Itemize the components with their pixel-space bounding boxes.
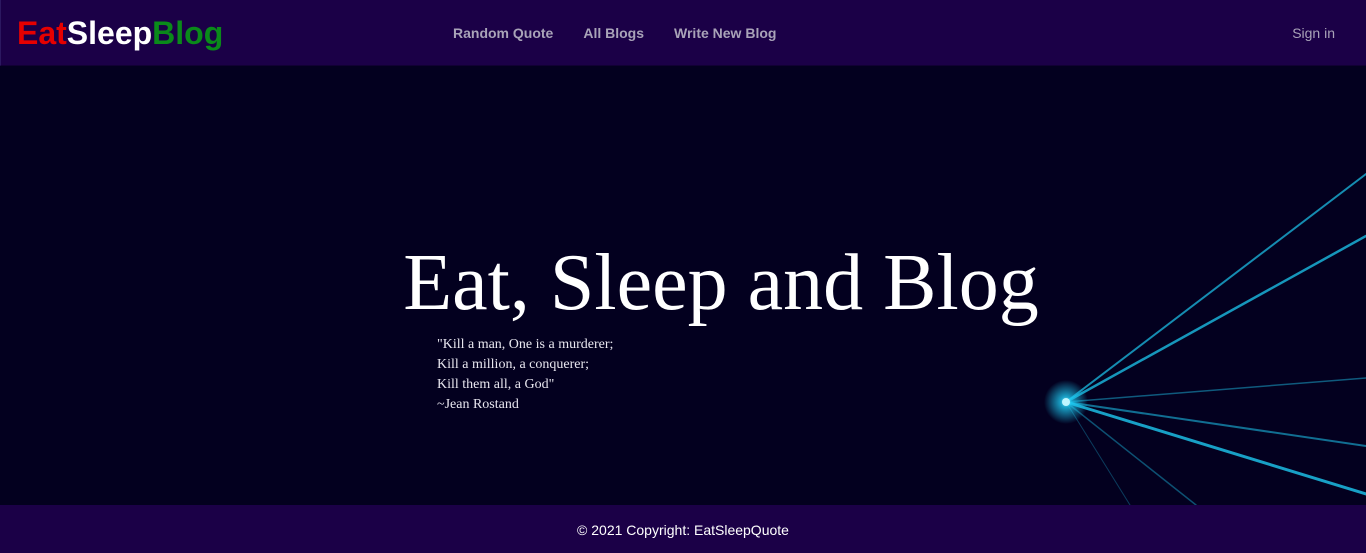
nav-write-new-blog[interactable]: Write New Blog — [674, 23, 776, 43]
brand-logo-link[interactable]: EatSleepBlog — [17, 15, 223, 51]
footer: © 2021 Copyright: EatSleepQuote — [0, 505, 1366, 553]
brand-eat: Eat — [17, 15, 67, 51]
quote-line-2: Kill a million, a conquerer; — [437, 357, 590, 372]
quote-line-3: Kill them all, a God" — [437, 377, 555, 392]
quote-author: ~Jean Rostand — [437, 397, 519, 412]
hero-title: Eat, Sleep and Blog — [403, 239, 1039, 327]
copyright-text: © 2021 Copyright: EatSleepQuote — [577, 522, 789, 538]
brand-blog: Blog — [152, 15, 224, 51]
quote-block: "Kill a man, One is a murderer; Kill a m… — [437, 335, 613, 415]
hero-section: Eat, Sleep and Blog "Kill a man, One is … — [0, 66, 1366, 505]
brand-sleep: Sleep — [66, 15, 153, 51]
nav-random-quote[interactable]: Random Quote — [453, 23, 553, 43]
quote-line-1: "Kill a man, One is a murderer; — [437, 337, 614, 352]
sign-in-link[interactable]: Sign in — [1292, 23, 1335, 43]
nav-all-blogs[interactable]: All Blogs — [583, 23, 644, 43]
nav-links: Random Quote All Blogs Write New Blog — [453, 23, 776, 43]
top-navbar: EatSleepBlog Random Quote All Blogs Writ… — [0, 0, 1366, 66]
